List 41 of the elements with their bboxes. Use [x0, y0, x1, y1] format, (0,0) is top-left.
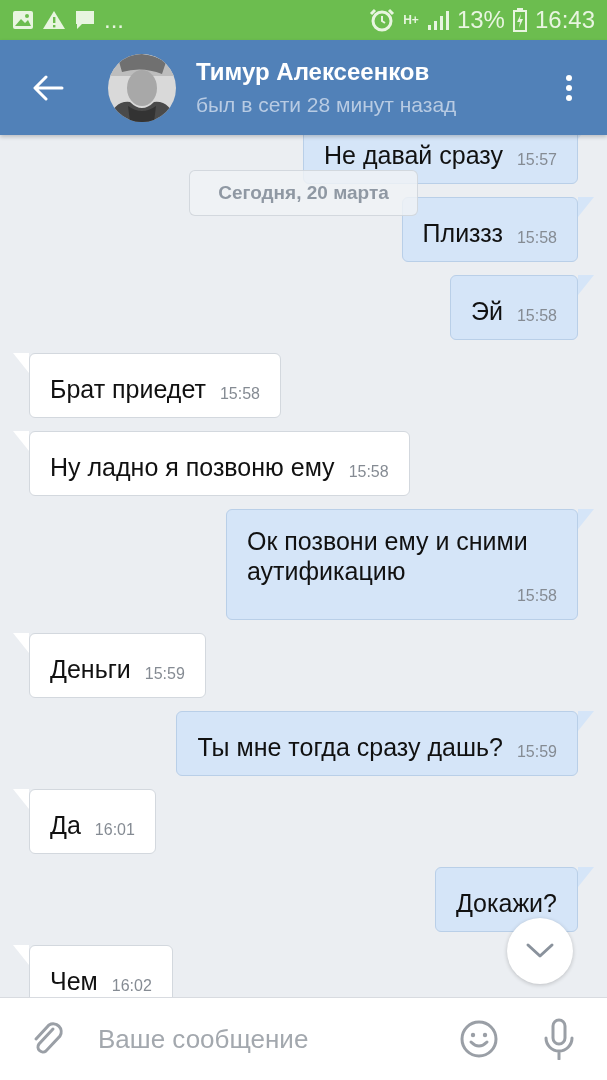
clock: 16:43 — [534, 7, 595, 33]
more-notifications: ... — [104, 7, 124, 33]
message-time: 15:58 — [516, 228, 557, 248]
image-icon — [12, 10, 34, 30]
message-input-field[interactable]: Ваше сообщение — [96, 1022, 457, 1056]
message-text: Чем — [50, 966, 98, 996]
back-arrow-icon — [32, 74, 64, 101]
message-time: 15:59 — [516, 742, 557, 762]
message-time: 16:01 — [94, 820, 135, 840]
network-type: H+ — [403, 13, 419, 27]
microphone-icon — [543, 1018, 575, 1060]
message-text: Ты мне тогда сразу дашь? — [197, 732, 503, 762]
message-text: Не давай сразу — [324, 140, 503, 170]
last-seen: был в сети 28 минут назад — [196, 92, 458, 117]
chat-icon — [74, 9, 96, 31]
message-time: 15:58 — [516, 306, 557, 326]
message-text: Брат приедет — [50, 374, 206, 404]
message-text: Ну ладно я позвоню ему — [50, 452, 335, 482]
message-time: 15:57 — [516, 150, 557, 170]
chevron-down-icon — [525, 942, 555, 960]
battery-percent: 13% — [456, 7, 505, 33]
message-time: 15:58 — [515, 586, 557, 606]
message-time: 16:02 — [111, 976, 152, 996]
more-icon — [565, 73, 573, 102]
message-time: 15:58 — [348, 462, 389, 482]
message-text: Ок позвони ему и сними аутификацию — [247, 526, 529, 586]
scroll-down-button[interactable] — [507, 918, 573, 984]
alarm-icon — [369, 8, 396, 32]
message-text: Докажи? — [455, 888, 557, 918]
battery-charging-icon — [512, 8, 527, 32]
message-time: 15:58 — [219, 384, 260, 404]
smiley-icon — [460, 1020, 498, 1058]
warning-icon — [42, 10, 66, 30]
signal-icon — [426, 9, 449, 31]
message-text: Эй — [471, 296, 503, 326]
message-time: 15:59 — [144, 664, 185, 684]
message-text: Плиззз — [422, 218, 503, 248]
message-text: Деньги — [50, 654, 131, 684]
date-chip: Сегодня, 20 марта — [189, 170, 418, 216]
message-text: Да — [50, 810, 81, 840]
contact-name: Тимур Алексеенков — [196, 58, 431, 86]
